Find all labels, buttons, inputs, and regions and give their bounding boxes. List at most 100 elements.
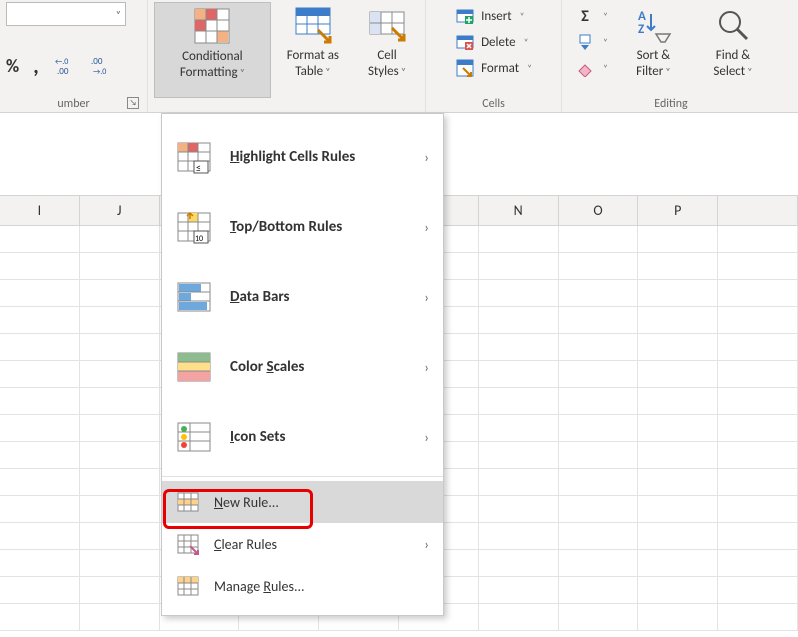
cell[interactable] [0, 496, 80, 523]
cell[interactable] [718, 226, 798, 253]
cell[interactable] [479, 550, 559, 577]
cell[interactable] [559, 307, 639, 334]
find-select-button[interactable]: Find & Select˅ [692, 2, 774, 98]
cell[interactable] [0, 334, 80, 361]
cell[interactable] [638, 307, 718, 334]
cell[interactable] [718, 334, 798, 361]
cell[interactable] [0, 442, 80, 469]
cell[interactable] [638, 226, 718, 253]
cell[interactable] [0, 388, 80, 415]
cell[interactable] [638, 253, 718, 280]
cell[interactable] [80, 469, 160, 496]
cell[interactable] [80, 442, 160, 469]
cell[interactable] [718, 604, 798, 631]
menu-top-bottom-rules[interactable]: 10 Top/Bottom Rules › [162, 192, 443, 262]
cell[interactable] [80, 388, 160, 415]
cell[interactable] [559, 253, 639, 280]
menu-new-rule[interactable]: New Rule... [162, 481, 443, 523]
cell[interactable] [638, 550, 718, 577]
menu-clear-rules[interactable]: Clear Rules › [162, 523, 443, 565]
cell[interactable] [559, 577, 639, 604]
cell[interactable] [559, 280, 639, 307]
cell[interactable] [718, 523, 798, 550]
menu-icon-sets[interactable]: Icon Sets › [162, 402, 443, 472]
cell[interactable] [479, 469, 559, 496]
cell[interactable] [718, 469, 798, 496]
decrease-decimal-button[interactable]: .00→.0 [89, 54, 117, 78]
cell[interactable] [559, 469, 639, 496]
cell[interactable] [0, 226, 80, 253]
cell[interactable] [718, 253, 798, 280]
cell[interactable] [638, 334, 718, 361]
cell[interactable] [559, 550, 639, 577]
cell[interactable] [80, 253, 160, 280]
format-as-table-button[interactable]: Format as Table˅ [271, 2, 355, 98]
cell[interactable] [718, 442, 798, 469]
cell[interactable] [718, 496, 798, 523]
cell[interactable] [559, 334, 639, 361]
number-group-launcher[interactable]: ↘ [127, 97, 139, 109]
cell[interactable] [479, 280, 559, 307]
format-button[interactable]: Format˅ [452, 56, 535, 80]
cell[interactable] [80, 550, 160, 577]
menu-color-scales[interactable]: Color Scales › [162, 332, 443, 402]
cell[interactable] [479, 415, 559, 442]
cell[interactable] [479, 253, 559, 280]
menu-manage-rules[interactable]: Manage Rules... [162, 565, 443, 607]
cell[interactable] [638, 496, 718, 523]
cell[interactable] [718, 550, 798, 577]
cell[interactable] [479, 361, 559, 388]
clear-button[interactable]: ˅ [572, 56, 611, 80]
cell[interactable] [559, 523, 639, 550]
cell[interactable] [718, 361, 798, 388]
cell[interactable] [479, 307, 559, 334]
cell[interactable] [80, 604, 160, 631]
cell[interactable] [638, 469, 718, 496]
cell[interactable] [559, 388, 639, 415]
cell[interactable] [559, 361, 639, 388]
cell[interactable] [0, 523, 80, 550]
column-header[interactable]: N [479, 196, 559, 226]
cell[interactable] [80, 280, 160, 307]
percent-style-button[interactable]: % [6, 55, 19, 77]
cell[interactable] [479, 226, 559, 253]
cell[interactable] [0, 577, 80, 604]
cell[interactable] [0, 307, 80, 334]
cell[interactable] [559, 604, 639, 631]
column-header[interactable]: O [559, 196, 639, 226]
column-header[interactable]: I [0, 196, 80, 226]
autosum-button[interactable]: Σ˅ [572, 4, 611, 28]
cell[interactable] [80, 226, 160, 253]
cell[interactable] [80, 496, 160, 523]
cell[interactable] [559, 415, 639, 442]
cell[interactable] [0, 280, 80, 307]
cell[interactable] [718, 388, 798, 415]
cell[interactable] [559, 226, 639, 253]
cell[interactable] [80, 415, 160, 442]
cell-styles-button[interactable]: Cell Styles˅ [355, 2, 419, 98]
insert-button[interactable]: Insert˅ [452, 4, 535, 28]
cell[interactable] [638, 361, 718, 388]
column-header[interactable]: J [80, 196, 160, 226]
cell[interactable] [479, 334, 559, 361]
cell[interactable] [638, 577, 718, 604]
cell[interactable] [638, 280, 718, 307]
cell[interactable] [718, 280, 798, 307]
delete-button[interactable]: Delete˅ [452, 30, 535, 54]
cell[interactable] [559, 442, 639, 469]
fill-button[interactable]: ˅ [572, 30, 611, 54]
cell[interactable] [80, 334, 160, 361]
cell[interactable] [718, 307, 798, 334]
cell[interactable] [80, 523, 160, 550]
column-header[interactable] [718, 196, 798, 226]
cell[interactable] [0, 469, 80, 496]
increase-decimal-button[interactable]: ←.0.00 [53, 54, 81, 78]
cell[interactable] [80, 361, 160, 388]
cell[interactable] [0, 604, 80, 631]
cell[interactable] [638, 604, 718, 631]
cell[interactable] [479, 604, 559, 631]
cell[interactable] [718, 415, 798, 442]
cell[interactable] [479, 496, 559, 523]
cell[interactable] [479, 577, 559, 604]
cell[interactable] [638, 523, 718, 550]
